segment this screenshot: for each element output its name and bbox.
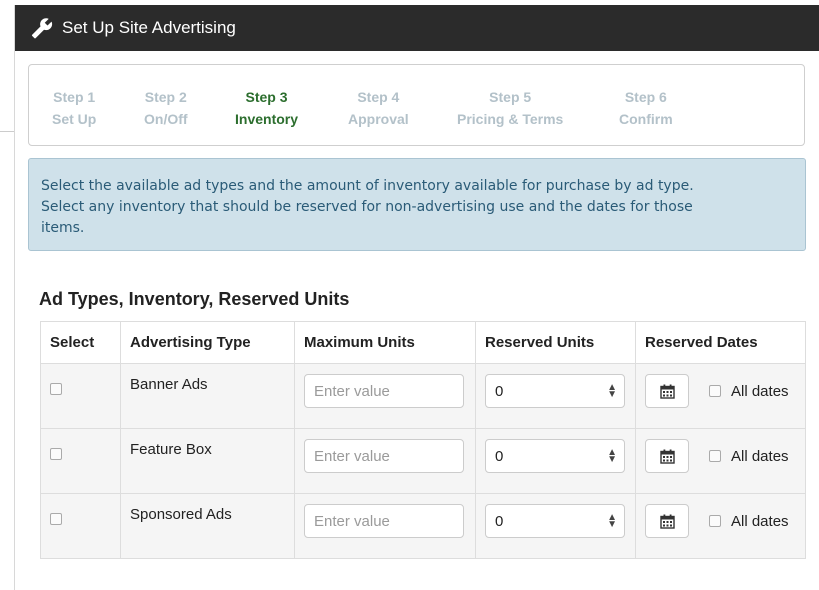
step-2[interactable]: Step 2 On/Off [144, 86, 188, 130]
step-number: Step 6 [624, 89, 667, 105]
panel-header: Set Up Site Advertising [15, 5, 819, 51]
all-dates-option[interactable]: All dates [709, 448, 789, 465]
info-line: items. [41, 220, 85, 236]
step-label: On/Off [144, 111, 188, 127]
select-cell [40, 363, 121, 429]
step-6[interactable]: Step 6 Confirm [619, 86, 673, 130]
step-label: Set Up [52, 111, 97, 127]
table-row: Feature Box 0 ▲▼ [40, 428, 806, 494]
section-title: Ad Types, Inventory, Reserved Units [39, 289, 350, 309]
info-line: Select any inventory that should be rese… [41, 199, 693, 215]
max-units-input[interactable] [304, 374, 464, 408]
column-header-type: Advertising Type [120, 321, 295, 364]
updown-arrows-icon: ▲ ▼ [607, 447, 617, 465]
all-dates-option[interactable]: All dates [709, 513, 789, 530]
all-dates-option[interactable]: All dates [709, 383, 789, 400]
updown-arrows-icon: ▲ ▼ [607, 382, 617, 400]
all-dates-label: All dates [731, 447, 789, 465]
step-label: Inventory [235, 111, 299, 127]
step-1[interactable]: Step 1 Set Up [52, 86, 96, 130]
step-number: Step 2 [144, 89, 187, 105]
column-header-max-units: Maximum Units [294, 321, 476, 364]
max-units-cell [294, 428, 476, 494]
type-cell: Feature Box [120, 428, 295, 494]
select-checkbox[interactable] [50, 383, 62, 396]
calendar-icon [659, 449, 675, 464]
step-number: Step 5 [489, 89, 532, 105]
calendar-button[interactable] [645, 439, 689, 473]
wrench-icon [31, 17, 53, 39]
all-dates-label: All dates [731, 512, 789, 530]
all-dates-label: All dates [731, 382, 789, 400]
column-header-reserved-units: Reserved Units [475, 321, 636, 364]
calendar-icon [659, 514, 675, 529]
step-wizard: Step 1 Set Up Step 2 On/Off Step 3 Inven… [28, 64, 805, 146]
column-header-reserved-dates: Reserved Dates [635, 321, 806, 364]
calendar-button[interactable] [645, 374, 689, 408]
reserved-units-select[interactable]: 0 ▲ ▼ [485, 439, 625, 473]
select-cell [40, 493, 121, 559]
reserved-dates-cell: All dates [635, 428, 806, 494]
calendar-icon [659, 384, 675, 399]
table-row: Sponsored Ads 0 ▲▼ [40, 493, 806, 559]
table-header-row: Select Advertising Type Maximum Units Re… [40, 321, 806, 364]
reserved-units-cell: 0 ▲ ▼ [475, 428, 636, 494]
ad-type-label: Feature Box [130, 441, 212, 458]
step-number: Step 1 [53, 89, 96, 105]
calendar-button[interactable] [645, 504, 689, 538]
reserved-units-select[interactable]: 0 ▲ ▼ [485, 504, 625, 538]
reserved-dates-cell: All dates [635, 493, 806, 559]
info-line: Select the available ad types and the am… [41, 178, 694, 194]
ad-type-label: Banner Ads [130, 376, 208, 393]
step-label: Approval [348, 111, 409, 127]
step-3[interactable]: Step 3 Inventory [235, 86, 298, 130]
select-checkbox[interactable] [50, 513, 62, 526]
reserved-units-select[interactable]: 0 ▲ ▼ [485, 374, 625, 408]
selected-value: 0 [495, 512, 504, 530]
max-units-input[interactable] [304, 504, 464, 538]
background-divider [0, 131, 14, 132]
updown-arrows-icon: ▲ ▼ [607, 512, 617, 530]
all-dates-checkbox[interactable] [709, 450, 721, 462]
max-units-cell [294, 363, 476, 429]
max-units-cell [294, 493, 476, 559]
column-header-select: Select [40, 321, 121, 364]
setup-panel: Set Up Site Advertising Step 1 Set Up St… [14, 5, 819, 590]
step-number: Step 4 [357, 89, 400, 105]
inventory-table: Select Advertising Type Maximum Units Re… [40, 321, 806, 559]
selected-value: 0 [495, 382, 504, 400]
all-dates-checkbox[interactable] [709, 515, 721, 527]
all-dates-checkbox[interactable] [709, 385, 721, 397]
reserved-units-cell: 0 ▲ ▼ [475, 363, 636, 429]
table-row: Banner Ads 0 ▲▼ [40, 363, 806, 429]
info-alert: Select the available ad types and the am… [28, 158, 806, 251]
type-cell: Sponsored Ads [120, 493, 295, 559]
select-checkbox[interactable] [50, 448, 62, 461]
select-cell [40, 428, 121, 494]
panel-title: Set Up Site Advertising [62, 18, 236, 37]
reserved-dates-cell: All dates [635, 363, 806, 429]
selected-value: 0 [495, 447, 504, 465]
step-label: Confirm [619, 111, 673, 127]
step-4[interactable]: Step 4 Approval [348, 86, 409, 130]
step-number: Step 3 [245, 89, 288, 105]
ad-type-label: Sponsored Ads [130, 506, 232, 523]
max-units-input[interactable] [304, 439, 464, 473]
reserved-units-cell: 0 ▲ ▼ [475, 493, 636, 559]
type-cell: Banner Ads [120, 363, 295, 429]
step-5[interactable]: Step 5 Pricing & Terms [457, 86, 563, 130]
step-label: Pricing & Terms [457, 111, 564, 127]
